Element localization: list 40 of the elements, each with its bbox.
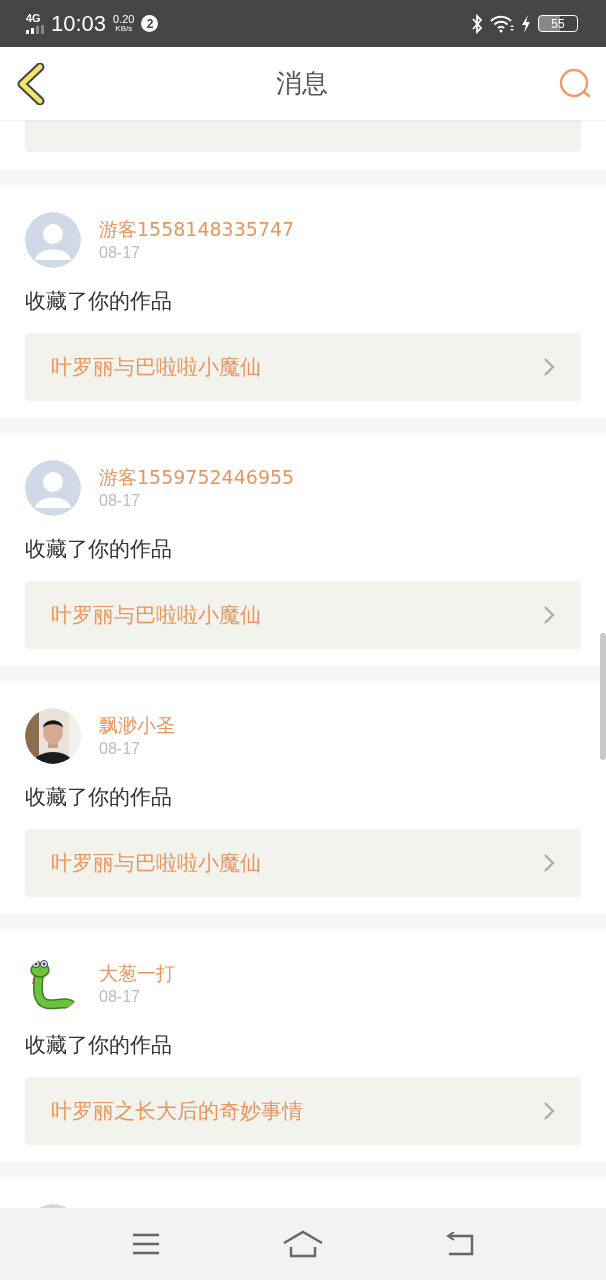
message-text: 收藏了你的作品 xyxy=(25,536,173,563)
wifi-icon xyxy=(490,14,514,33)
avatar-icon xyxy=(25,460,81,516)
signal-icon xyxy=(26,25,44,34)
user-name[interactable]: 游客1559752446955 xyxy=(99,465,295,489)
work-link[interactable]: 叶罗丽与巴啦啦小魔仙 xyxy=(25,581,581,649)
menu-icon xyxy=(130,1232,161,1256)
home-icon xyxy=(282,1230,324,1258)
chevron-icon xyxy=(543,357,555,377)
work-link[interactable]: 叶罗丽与巴啦啦小魔仙 xyxy=(25,829,581,897)
back-arrow-icon xyxy=(445,1232,476,1256)
message-text: 收藏了你的作品 xyxy=(25,288,173,315)
avatar-icon xyxy=(25,212,81,268)
chevron-icon xyxy=(543,1101,555,1121)
network-label: 4G xyxy=(26,13,41,24)
message-date: 08-17 xyxy=(99,987,141,1007)
bluetooth-icon xyxy=(471,13,483,34)
menu-button[interactable] xyxy=(130,1232,161,1256)
message-date: 08-17 xyxy=(99,243,141,263)
charging-icon xyxy=(521,14,531,33)
notification-badge: 2 xyxy=(141,15,159,32)
home-button[interactable] xyxy=(282,1230,324,1258)
clock: 10:03 xyxy=(51,10,107,37)
user-name[interactable]: 游客1558148335747 xyxy=(99,217,295,241)
page-title: 消息 xyxy=(276,67,328,100)
speed-value: 0.20 xyxy=(113,13,135,24)
back-icon xyxy=(16,62,46,105)
chevron-icon xyxy=(543,853,555,873)
message-date: 08-17 xyxy=(99,491,141,511)
back-nav-button[interactable] xyxy=(445,1232,476,1256)
back-button[interactable] xyxy=(16,62,46,105)
message-text: 收藏了你的作品 xyxy=(25,1032,173,1059)
message-text: 收藏了你的作品 xyxy=(25,784,173,811)
work-link[interactable]: 叶罗丽之长大后的奇妙事情 xyxy=(25,1077,581,1145)
chevron-icon xyxy=(543,605,555,625)
user-name[interactable]: 大葱一打 xyxy=(99,961,175,985)
work-link[interactable]: 叶罗丽与巴啦啦小魔仙 xyxy=(25,333,581,401)
message-date: 08-17 xyxy=(99,739,141,759)
speed-unit: KB/s xyxy=(115,23,133,34)
user-name[interactable]: 飘渺小圣 xyxy=(99,713,175,737)
